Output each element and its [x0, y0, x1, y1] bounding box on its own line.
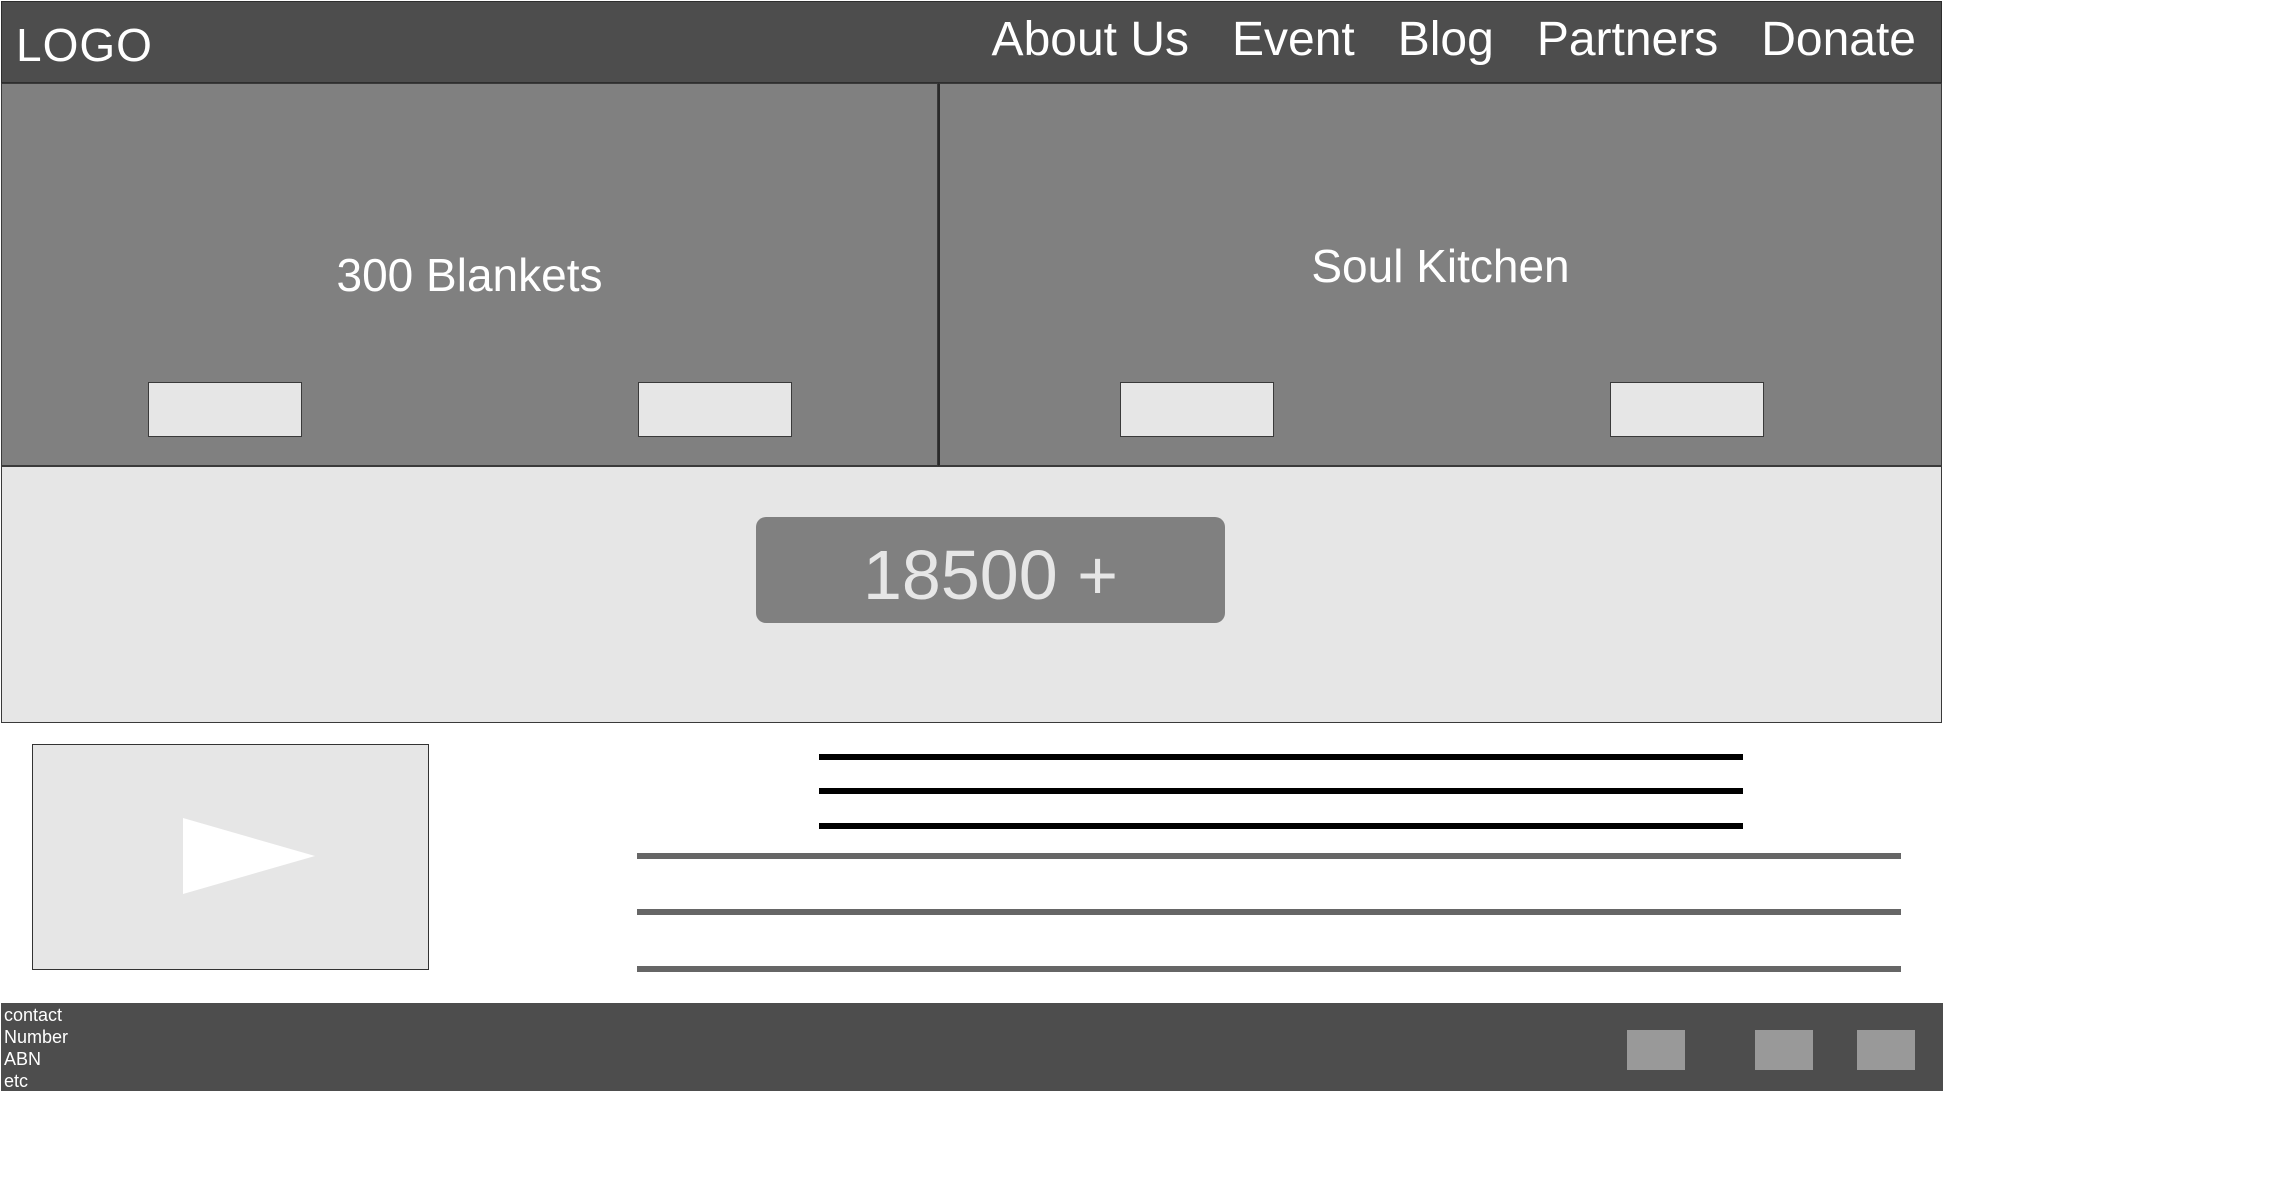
nav-partners[interactable]: Partners	[1537, 12, 1718, 67]
footer-info: contact Number ABN etc	[4, 1004, 68, 1092]
heading-line	[819, 823, 1743, 829]
text-line	[637, 966, 1901, 972]
social-icon[interactable]	[1755, 1030, 1813, 1070]
text-line	[637, 853, 1901, 859]
blankets-button-2[interactable]	[638, 382, 792, 437]
soul-kitchen-button-2[interactable]	[1610, 382, 1764, 437]
blankets-title: 300 Blankets	[336, 249, 603, 301]
hero-section: 300 Blankets Soul Kitchen	[1, 83, 1942, 466]
play-icon[interactable]	[183, 818, 315, 894]
nav-event[interactable]: Event	[1232, 12, 1355, 67]
video-player[interactable]	[32, 744, 429, 970]
footer-abn: ABN	[4, 1049, 42, 1069]
social-icon[interactable]	[1857, 1030, 1915, 1070]
nav-donate[interactable]: Donate	[1761, 12, 1916, 67]
main-nav: About Us Event Blog Partners Donate	[992, 12, 1916, 67]
soul-kitchen-panel: Soul Kitchen	[938, 83, 1942, 466]
heading-line	[819, 754, 1743, 760]
nav-about-us[interactable]: About Us	[992, 12, 1189, 67]
footer-number: Number	[4, 1027, 69, 1047]
nav-blog[interactable]: Blog	[1398, 12, 1494, 67]
stat-counter: 18500 +	[756, 517, 1225, 623]
logo[interactable]: LOGO	[16, 18, 153, 72]
footer-etc: etc	[4, 1071, 29, 1091]
text-line	[637, 909, 1901, 915]
stats-band: 18500 +	[1, 466, 1942, 723]
soul-kitchen-title: Soul Kitchen	[1311, 240, 1570, 292]
heading-line	[819, 788, 1743, 794]
site-footer: contact Number ABN etc	[1, 1003, 1943, 1091]
blankets-button-1[interactable]	[148, 382, 302, 437]
social-icon[interactable]	[1627, 1030, 1685, 1070]
soul-kitchen-button-1[interactable]	[1120, 382, 1274, 437]
site-header: LOGO About Us Event Blog Partners Donate	[1, 1, 1942, 83]
footer-contact: contact	[4, 1005, 63, 1025]
blankets-panel: 300 Blankets	[1, 83, 938, 466]
